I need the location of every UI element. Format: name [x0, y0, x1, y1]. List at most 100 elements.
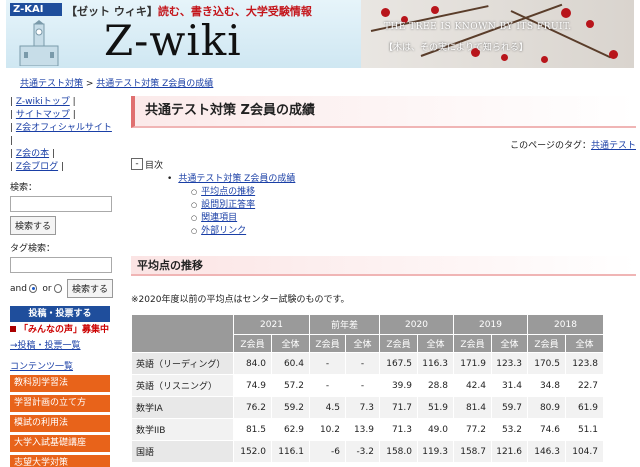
page-tags: このページのタグ：共通テスト [510, 138, 636, 151]
score-cell: 22.7 [565, 374, 604, 397]
score-cell: 60.4 [271, 352, 310, 375]
zkai-logo[interactable]: Z-KAI [10, 3, 62, 16]
toc-item-related[interactable]: 関連項目 [201, 213, 237, 223]
tag-link[interactable]: 共通テスト [591, 141, 636, 151]
banner-motto-jp: 【木は、その実によりて知られる】 [384, 43, 528, 53]
sidebar-link-top[interactable]: Z-wikiトップ [16, 97, 70, 107]
sidebar-link-sitemap[interactable]: サイトマップ [16, 110, 70, 120]
clock-tower-icon [19, 20, 59, 66]
tag-search-input[interactable] [10, 257, 112, 273]
score-cell: 13.9 [345, 418, 380, 441]
search-input[interactable] [10, 196, 112, 212]
score-cell: 61.9 [565, 396, 604, 419]
post-list-link[interactable]: →投稿・投票一覧 [10, 338, 113, 351]
score-cell: 158.0 [379, 440, 418, 463]
toc-item-average[interactable]: 平均点の推移 [201, 187, 255, 197]
sidebar-link-blog[interactable]: Z会ブログ [16, 162, 58, 172]
table-year-row: 2021 前年差 2020 2019 2018 [131, 314, 604, 353]
menu-study-plan[interactable]: 学習計画の立て方 [10, 395, 110, 412]
score-cell: 119.3 [417, 440, 454, 463]
table-row: 国語 152.0 116.1 -6 -3.2 158.0 119.3 158.7 121.6 14… [131, 440, 604, 463]
score-cell: -3.2 [345, 440, 380, 463]
score-cell: 49.0 [417, 418, 454, 441]
toc-toggle[interactable]: - [131, 158, 143, 170]
sub-header: 全体 [417, 334, 454, 353]
score-cell: 76.2 [233, 396, 272, 419]
or-label: or [42, 283, 52, 294]
score-cell: 7.3 [345, 396, 380, 419]
score-cell: -6 [309, 440, 346, 463]
score-cell: 71.3 [379, 418, 418, 441]
score-cell: 123.8 [565, 352, 604, 375]
breadcrumb-root[interactable]: 共通テスト対策 [20, 79, 83, 89]
toc-item-accuracy[interactable]: 設問別正答率 [201, 200, 255, 210]
year-header: 2020 [379, 314, 454, 335]
score-cell: 116.1 [271, 440, 310, 463]
sub-header: 全体 [271, 334, 310, 353]
score-cell: 84.0 [233, 352, 272, 375]
sidebar-link-official[interactable]: Z会オフィシャルサイト [16, 123, 112, 133]
voice-recruit[interactable]: 「みんなの声」募集中 [10, 325, 113, 336]
score-cell: 77.2 [453, 418, 492, 441]
table-of-contents: -目次 共通テスト対策 Z会員の成績 平均点の推移 設問別正答率 関連項目 外部… [131, 158, 371, 238]
table-row: 数学IA 76.2 59.2 4.5 7.3 71.7 51.9 81.4 59.7 80.9 61… [131, 396, 604, 419]
toc-item-external[interactable]: 外部リンク [201, 226, 246, 236]
contents-list-link[interactable]: コンテンツ一覧 [10, 359, 113, 372]
sidebar-link-books[interactable]: Z会の本 [16, 149, 49, 159]
tag-search-label: タグ検索： [10, 244, 56, 254]
toc-root-link[interactable]: 共通テスト対策 Z会員の成績 [178, 174, 295, 184]
score-cell: 51.9 [417, 396, 454, 419]
score-cell: 170.5 [527, 352, 566, 375]
sub-header: 全体 [345, 334, 380, 353]
table-corner [131, 314, 234, 353]
score-cell: 42.4 [453, 374, 492, 397]
score-cell: - [345, 352, 380, 375]
toc-label: 目次 [145, 161, 164, 171]
tag-label: このページのタグ： [510, 141, 591, 151]
score-cell: 10.2 [309, 418, 346, 441]
score-cell: 39.9 [379, 374, 418, 397]
tag-search-options: and or 検索する [10, 279, 113, 298]
table-body: 英語（リーディング） 84.0 60.4- -167.5 116.3 171.9 123.3… [131, 352, 604, 463]
post-vote-button[interactable]: 投稿・投票する [10, 306, 110, 322]
site-title[interactable]: Z-wiki [104, 16, 242, 66]
year-header: 2019 [453, 314, 528, 335]
score-cell: 4.5 [309, 396, 346, 419]
square-bullet-icon [10, 326, 16, 332]
and-radio[interactable] [28, 284, 38, 293]
score-cell: 123.3 [491, 352, 528, 375]
menu-mock-exam[interactable]: 模試の利用法 [10, 415, 110, 432]
table-row: 英語（リーディング） 84.0 60.4- -167.5 116.3 171.9 123.3… [131, 352, 604, 375]
search-button[interactable]: 検索する [10, 216, 57, 235]
tag-search-button[interactable]: 検索する [66, 279, 113, 298]
sidebar-nav: | Z-wikiトップ | | サイトマップ | | Z会オフィシャルサイト |… [10, 97, 112, 172]
year-header: 2018 [527, 314, 604, 335]
score-cell: 81.5 [233, 418, 272, 441]
or-radio[interactable] [53, 284, 62, 293]
score-cell: 116.3 [417, 352, 454, 375]
and-label: and [10, 283, 27, 294]
site-banner[interactable]: Z-KAI 【ゼット ウィキ】読む、書き込む、大学受験情報 Z-wiki THE… [6, 0, 634, 68]
score-cell: 51.1 [565, 418, 604, 441]
subject-cell: 国語 [131, 440, 234, 463]
page-title: 共通テスト対策 Z会員の成績 [131, 96, 636, 128]
score-cell: 74.6 [527, 418, 566, 441]
score-cell: - [345, 374, 380, 397]
score-cell: 146.3 [527, 440, 566, 463]
score-cell: 167.5 [379, 352, 418, 375]
table-note: ※2020年度以前の平均点はセンター試験のものです。 [131, 295, 350, 305]
score-cell: 34.8 [527, 374, 566, 397]
subject-cell: 数学IA [131, 396, 234, 419]
score-cell: 104.7 [565, 440, 604, 463]
menu-study-by-subject[interactable]: 教科別学習法 [10, 375, 110, 392]
breadcrumb-current[interactable]: 共通テスト対策 Z会員の成績 [96, 79, 213, 89]
score-cell: 71.7 [379, 396, 418, 419]
search-label: 検索： [10, 183, 38, 193]
menu-target-university[interactable]: 志望大学対策 [10, 455, 110, 467]
sidebar: | Z-wikiトップ | | サイトマップ | | Z会オフィシャルサイト |… [10, 96, 113, 467]
sub-header: Z会員 [453, 334, 492, 353]
menu-entrance-basics[interactable]: 大学入試基礎講座 [10, 435, 110, 452]
sub-header: 全体 [565, 334, 604, 353]
sub-header: Z会員 [233, 334, 272, 353]
sub-header: Z会員 [379, 334, 418, 353]
